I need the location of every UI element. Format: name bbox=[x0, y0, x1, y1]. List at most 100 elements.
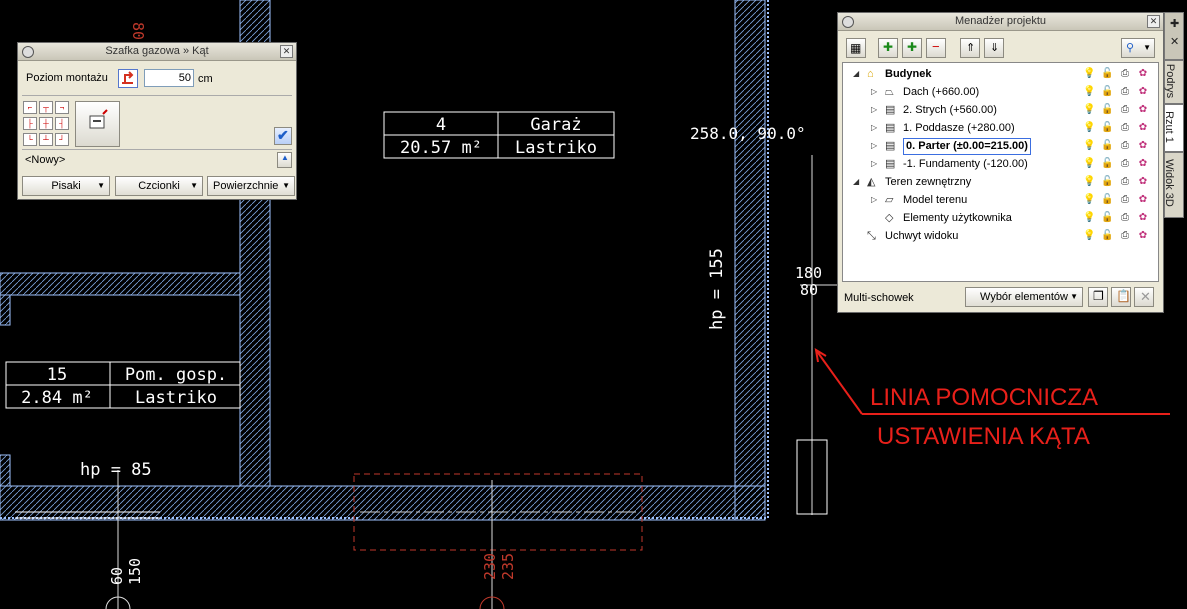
mount-level-picker-button[interactable] bbox=[118, 69, 138, 88]
tree-item[interactable]: ◇ Elementy użytkownika 💡 🔓 ⎙ ✿ bbox=[843, 209, 1158, 227]
color-mode-icon[interactable]: ✿ bbox=[1137, 103, 1149, 116]
color-mode-icon[interactable]: ✿ bbox=[1137, 211, 1149, 224]
print-icon[interactable]: ⎙ bbox=[1119, 139, 1131, 152]
visibility-bulb-icon[interactable]: 💡 bbox=[1083, 157, 1095, 170]
print-icon[interactable]: ⎙ bbox=[1119, 193, 1131, 206]
color-mode-icon[interactable]: ✿ bbox=[1137, 175, 1149, 188]
print-icon[interactable]: ⎙ bbox=[1119, 121, 1131, 134]
panel-menu-icon[interactable] bbox=[842, 16, 854, 28]
visibility-bulb-icon[interactable]: 💡 bbox=[1083, 175, 1095, 188]
align-bottom-center-icon[interactable]: ┴ bbox=[39, 133, 53, 146]
project-tree[interactable]: ◢ ⌂ Budynek 💡 🔓 ⎙ ✿ ▷ ⏢ Dach (+660.00) 💡 🔓 ⎙ ✿ ▷ ▤ 2. St… bbox=[842, 62, 1159, 282]
visibility-bulb-icon[interactable]: 💡 bbox=[1083, 121, 1095, 134]
tree-item[interactable]: ⤡ Uchwyt widoku 💡 🔓 ⎙ ✿ bbox=[843, 227, 1158, 245]
print-icon[interactable]: ⎙ bbox=[1119, 229, 1131, 242]
expand-toggle-icon[interactable]: ▷ bbox=[871, 191, 879, 209]
print-icon[interactable]: ⎙ bbox=[1119, 67, 1131, 80]
move-up-button[interactable]: ⇑ bbox=[960, 38, 980, 58]
expand-toggle-icon[interactable]: ◢ bbox=[853, 173, 861, 191]
tree-item[interactable]: ▷ ▤ -1. Fundamenty (-120.00) 💡 🔓 ⎙ ✿ bbox=[843, 155, 1158, 173]
close-icon[interactable]: ✕ bbox=[280, 45, 293, 58]
visibility-bulb-icon[interactable]: 💡 bbox=[1083, 139, 1095, 152]
lock-icon[interactable]: 🔓 bbox=[1101, 211, 1113, 224]
color-mode-icon[interactable]: ✿ bbox=[1137, 229, 1149, 242]
preset-scroll-button[interactable]: ▲ bbox=[277, 152, 292, 168]
print-icon[interactable]: ⎙ bbox=[1119, 175, 1131, 188]
print-icon[interactable]: ⎙ bbox=[1119, 85, 1131, 98]
preset-select[interactable]: <Nowy> bbox=[25, 154, 65, 166]
align-middle-right-icon[interactable]: ┤ bbox=[55, 117, 69, 130]
panel-titlebar[interactable]: Szafka gazowa » Kąt ✕ bbox=[18, 43, 296, 61]
visibility-bulb-icon[interactable]: 💡 bbox=[1083, 229, 1095, 242]
visibility-bulb-icon[interactable]: 💡 bbox=[1083, 67, 1095, 80]
lock-icon[interactable]: 🔓 bbox=[1101, 67, 1113, 80]
color-mode-icon[interactable]: ✿ bbox=[1137, 85, 1149, 98]
surfaces-dropdown[interactable]: Powierzchnie ▼ bbox=[207, 176, 295, 196]
align-bottom-left-icon[interactable]: └ bbox=[23, 133, 37, 146]
tree-item[interactable]: ▷ ▤ 0. Parter (±0.00=215.00) 💡 🔓 ⎙ ✿ bbox=[843, 137, 1158, 155]
confirm-button[interactable]: ✔ bbox=[274, 127, 292, 145]
lock-icon[interactable]: 🔓 bbox=[1101, 103, 1113, 116]
lock-icon[interactable]: 🔓 bbox=[1101, 85, 1113, 98]
mount-level-input[interactable] bbox=[144, 69, 194, 87]
tree-item[interactable]: ▷ ▤ 2. Strych (+560.00) 💡 🔓 ⎙ ✿ bbox=[843, 101, 1158, 119]
add-storey-button[interactable]: ✚ bbox=[902, 38, 922, 58]
expand-toggle-icon[interactable]: ▷ bbox=[871, 137, 879, 155]
door-opening[interactable] bbox=[353, 473, 643, 551]
color-mode-icon[interactable]: ✿ bbox=[1137, 193, 1149, 206]
color-mode-icon[interactable]: ✿ bbox=[1137, 157, 1149, 170]
color-mode-icon[interactable]: ✿ bbox=[1137, 67, 1149, 80]
lock-icon[interactable]: 🔓 bbox=[1101, 175, 1113, 188]
tree-item[interactable]: ◢ ◭ Teren zewnętrzny 💡 🔓 ⎙ ✿ bbox=[843, 173, 1158, 191]
print-icon[interactable]: ⎙ bbox=[1119, 103, 1131, 116]
delete-button[interactable]: ✕ bbox=[1134, 287, 1154, 307]
expand-toggle-icon[interactable]: ▷ bbox=[871, 83, 879, 101]
tab-podrys[interactable]: Podrys bbox=[1164, 60, 1184, 104]
expand-toggle-icon[interactable]: ▷ bbox=[871, 101, 879, 119]
gas-cabinet-panel[interactable]: Szafka gazowa » Kąt ✕ Poziom montażu cm … bbox=[17, 42, 297, 200]
tab-widok-3d[interactable]: Widok 3D bbox=[1163, 152, 1184, 218]
panel-pin-bar[interactable]: ✚ ✕ bbox=[1164, 12, 1184, 60]
align-center-icon[interactable]: ┼ bbox=[39, 117, 53, 130]
copy-button[interactable]: ❐ bbox=[1088, 287, 1108, 307]
expand-toggle-icon[interactable]: ▷ bbox=[871, 155, 879, 173]
project-settings-button[interactable]: ▦ bbox=[846, 38, 866, 58]
tree-item[interactable]: ▷ ▤ 1. Poddasze (+280.00) 💡 🔓 ⎙ ✿ bbox=[843, 119, 1158, 137]
lock-icon[interactable]: 🔓 bbox=[1101, 157, 1113, 170]
expand-toggle-icon[interactable]: ◢ bbox=[853, 65, 861, 83]
panel-titlebar[interactable]: Menadżer projektu ✕ bbox=[838, 13, 1163, 31]
pens-dropdown[interactable]: Pisaki ▼ bbox=[22, 176, 110, 196]
visibility-bulb-icon[interactable]: 💡 bbox=[1083, 85, 1095, 98]
visibility-bulb-icon[interactable]: 💡 bbox=[1083, 193, 1095, 206]
align-top-right-icon[interactable]: ¬ bbox=[55, 101, 69, 114]
filter-dropdown-button[interactable]: ⚲ ▼ bbox=[1121, 38, 1155, 58]
expand-toggle-icon[interactable]: ▷ bbox=[871, 119, 879, 137]
color-mode-icon[interactable]: ✿ bbox=[1137, 139, 1149, 152]
lock-icon[interactable]: 🔓 bbox=[1101, 139, 1113, 152]
close-icon[interactable]: ✕ bbox=[1147, 15, 1160, 28]
panel-menu-icon[interactable] bbox=[22, 46, 34, 58]
paste-button[interactable]: 📋 bbox=[1111, 287, 1131, 307]
align-bottom-right-icon[interactable]: ┘ bbox=[55, 133, 69, 146]
move-down-button[interactable]: ⇓ bbox=[984, 38, 1004, 58]
align-top-center-icon[interactable]: ┬ bbox=[39, 101, 53, 114]
lock-icon[interactable]: 🔓 bbox=[1101, 229, 1113, 242]
tab-rzut-1[interactable]: Rzut 1 bbox=[1163, 104, 1184, 152]
print-icon[interactable]: ⎙ bbox=[1119, 157, 1131, 170]
visibility-bulb-icon[interactable]: 💡 bbox=[1083, 211, 1095, 224]
fonts-dropdown[interactable]: Czcionki ▼ bbox=[115, 176, 203, 196]
tree-item[interactable]: ▷ ▱ Model terenu 💡 🔓 ⎙ ✿ bbox=[843, 191, 1158, 209]
add-building-button[interactable]: ✚ bbox=[878, 38, 898, 58]
align-top-left-icon[interactable]: ⌐ bbox=[23, 101, 37, 114]
align-middle-left-icon[interactable]: ├ bbox=[23, 117, 37, 130]
tree-item[interactable]: ◢ ⌂ Budynek 💡 🔓 ⎙ ✿ bbox=[843, 65, 1158, 83]
tree-item[interactable]: ▷ ⏢ Dach (+660.00) 💡 🔓 ⎙ ✿ bbox=[843, 83, 1158, 101]
print-icon[interactable]: ⎙ bbox=[1119, 211, 1131, 224]
lock-icon[interactable]: 🔓 bbox=[1101, 121, 1113, 134]
selection-dropdown[interactable]: Wybór elementów ▼ bbox=[965, 287, 1083, 307]
project-manager-panel[interactable]: Menadżer projektu ✕ ▦ ✚ ✚ − ⇑ ⇓ ⚲ ▼ ◢ ⌂ Bud… bbox=[837, 12, 1164, 313]
color-mode-icon[interactable]: ✿ bbox=[1137, 121, 1149, 134]
lock-icon[interactable]: 🔓 bbox=[1101, 193, 1113, 206]
properties-button[interactable] bbox=[75, 101, 120, 147]
visibility-bulb-icon[interactable]: 💡 bbox=[1083, 103, 1095, 116]
